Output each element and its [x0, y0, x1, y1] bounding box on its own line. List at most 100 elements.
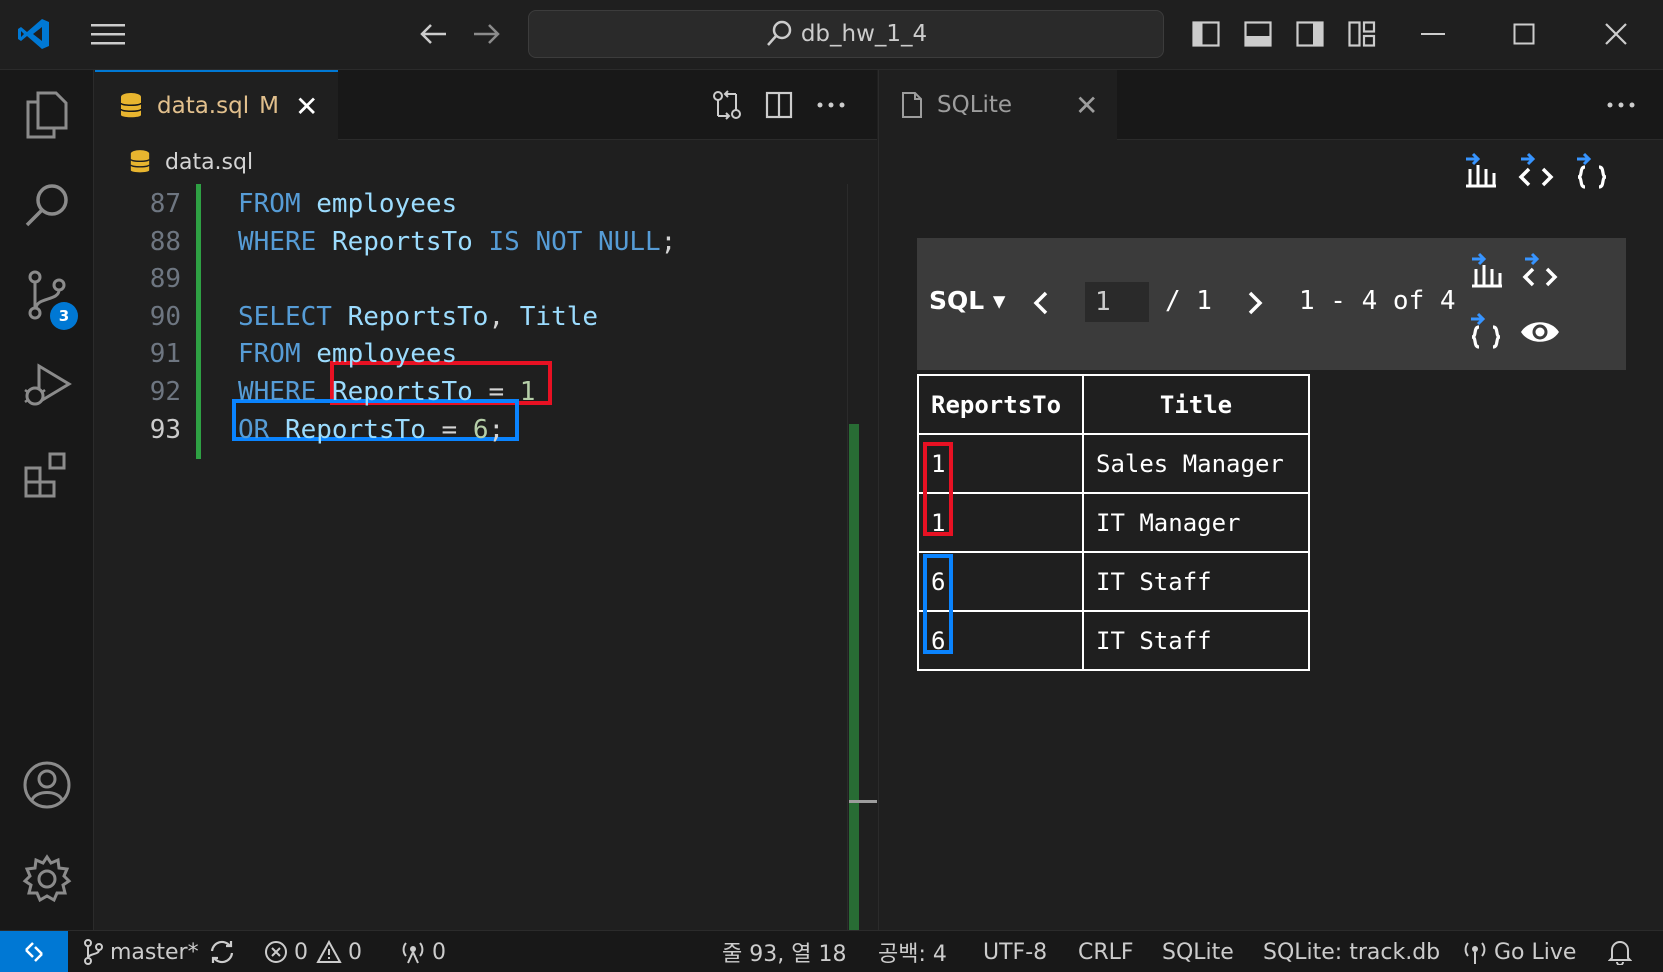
- breadcrumb[interactable]: data.sql: [95, 140, 877, 184]
- code-line[interactable]: 89: [95, 259, 855, 299]
- line-number: 91: [149, 339, 181, 370]
- minimize-icon[interactable]: [1413, 16, 1453, 52]
- search-text: db_hw_1_4: [800, 21, 928, 47]
- tab-label: SQLite: [937, 92, 1013, 118]
- ports-status[interactable]: 0: [400, 931, 446, 972]
- code-line[interactable]: 87 FROM employees: [95, 184, 855, 224]
- more-actions-icon[interactable]: [811, 86, 851, 124]
- code-line[interactable]: 92 WHERE ReportsTo = 1: [95, 372, 855, 412]
- back-icon[interactable]: [414, 16, 454, 52]
- code-line[interactable]: 91 FROM employees: [95, 334, 855, 374]
- code-line[interactable]: 88 WHERE ReportsTo IS NOT NULL;: [95, 222, 855, 262]
- tab-sqlite[interactable]: SQLite ✕: [879, 70, 1117, 140]
- remote-icon[interactable]: [0, 931, 68, 972]
- language-mode[interactable]: SQLite: [1162, 931, 1234, 972]
- export-sql-icon[interactable]: [1513, 148, 1559, 192]
- line-number: 87: [149, 189, 181, 219]
- error-icon: [265, 941, 287, 963]
- results-pager: SQL ▾ 1 / 1 1 - 4 of 4: [917, 238, 1626, 370]
- table-row: 1 Sales Manager: [917, 433, 1310, 494]
- account-icon[interactable]: [0, 740, 94, 830]
- prev-page-icon[interactable]: [1029, 288, 1053, 318]
- branch-status[interactable]: master*: [82, 931, 199, 972]
- code-token: =: [472, 377, 520, 407]
- export-sql-icon[interactable]: [1517, 248, 1563, 292]
- line-ending[interactable]: CRLF: [1078, 931, 1134, 972]
- code-token: 6: [472, 414, 489, 445]
- code-token: WHERE: [238, 377, 317, 407]
- compare-changes-icon[interactable]: [707, 86, 747, 124]
- toggle-secondary-sidebar-icon[interactable]: [1290, 16, 1330, 52]
- maximize-icon[interactable]: [1504, 16, 1544, 52]
- customize-layout-icon[interactable]: [1342, 16, 1382, 52]
- extensions-icon[interactable]: [0, 430, 94, 520]
- code-token: 1: [519, 377, 536, 407]
- toggle-sidebar-icon[interactable]: [1186, 16, 1226, 52]
- column-header[interactable]: ReportsTo: [917, 374, 1084, 435]
- export-json-icon[interactable]: [1569, 148, 1615, 192]
- sql-mode-select[interactable]: SQL ▾: [929, 286, 1005, 315]
- tab-data-sql[interactable]: data.sql M ✕: [95, 70, 338, 140]
- code-editor[interactable]: 87 FROM employees 88 WHERE ReportsTo IS NOT…: [95, 184, 877, 972]
- code-line[interactable]: 90 SELECT ReportsTo, Title: [95, 297, 855, 337]
- run-debug-icon[interactable]: [0, 340, 94, 430]
- warning-count: 0: [348, 939, 362, 965]
- ports-icon: [402, 942, 424, 964]
- page-number-input[interactable]: 1: [1085, 282, 1149, 322]
- scm-badge: 3: [50, 302, 78, 330]
- code-token: IS NOT NULL: [488, 226, 661, 257]
- sqlite-database[interactable]: SQLite: track.db: [1263, 931, 1440, 972]
- table-row: 6 IT Staff: [917, 610, 1310, 671]
- line-number: 92: [149, 377, 181, 407]
- line-number: 89: [149, 264, 181, 295]
- code-token: OR: [238, 414, 270, 445]
- split-editor-icon[interactable]: [759, 86, 799, 124]
- explorer-icon[interactable]: [0, 70, 94, 160]
- bell-icon[interactable]: [1608, 931, 1638, 972]
- code-line[interactable]: 93 OR ReportsTo = 6;: [95, 410, 855, 450]
- export-csv-icon[interactable]: [1457, 148, 1503, 192]
- scrollbar-change-marker: [849, 424, 859, 972]
- close-tab-icon[interactable]: ✕: [295, 90, 318, 123]
- export-json-icon[interactable]: [1463, 308, 1509, 352]
- error-count: 0: [294, 939, 308, 965]
- code-token: ,: [488, 301, 520, 332]
- scrollbar-cursor-marker: [849, 800, 877, 803]
- encoding[interactable]: UTF-8: [983, 931, 1047, 972]
- close-window-icon[interactable]: [1596, 16, 1636, 52]
- code-token: employees: [316, 339, 458, 370]
- branch-icon: [84, 939, 103, 965]
- column-header[interactable]: Title: [1082, 374, 1310, 435]
- source-control-icon[interactable]: 3: [0, 250, 94, 340]
- eye-icon[interactable]: [1517, 312, 1563, 352]
- toggle-panel-icon[interactable]: [1238, 16, 1278, 52]
- modified-indicator: M: [259, 93, 279, 119]
- problems-status[interactable]: 0 0: [264, 931, 362, 972]
- go-live-button[interactable]: Go Live: [1462, 931, 1576, 972]
- code-token: ReportsTo: [347, 301, 489, 332]
- command-center-search[interactable]: db_hw_1_4: [528, 10, 1164, 58]
- title-bar: db_hw_1_4: [0, 0, 1663, 70]
- activity-bar: 3: [0, 70, 94, 930]
- indentation[interactable]: 공백: 4: [878, 931, 947, 972]
- code-token: Title: [519, 301, 599, 332]
- go-live-label: Go Live: [1494, 939, 1577, 965]
- code-token: WHERE: [238, 226, 317, 257]
- code-token: SELECT: [238, 301, 332, 332]
- code-text: WHERE ReportsTo IS NOT NULL;: [238, 227, 676, 257]
- table-row: 6 IT Staff: [917, 551, 1310, 612]
- close-tab-icon[interactable]: ✕: [1075, 89, 1098, 122]
- more-actions-icon[interactable]: [1601, 86, 1641, 124]
- next-page-icon[interactable]: [1243, 288, 1267, 318]
- search-view-icon[interactable]: [0, 160, 94, 250]
- cursor-position[interactable]: 줄 93, 열 18: [722, 931, 846, 972]
- code-token: FROM: [238, 339, 301, 370]
- export-csv-icon[interactable]: [1463, 248, 1509, 292]
- menu-icon[interactable]: [88, 16, 128, 52]
- sync-icon[interactable]: [208, 931, 242, 972]
- settings-gear-icon[interactable]: [0, 834, 94, 924]
- forward-icon[interactable]: [466, 16, 506, 52]
